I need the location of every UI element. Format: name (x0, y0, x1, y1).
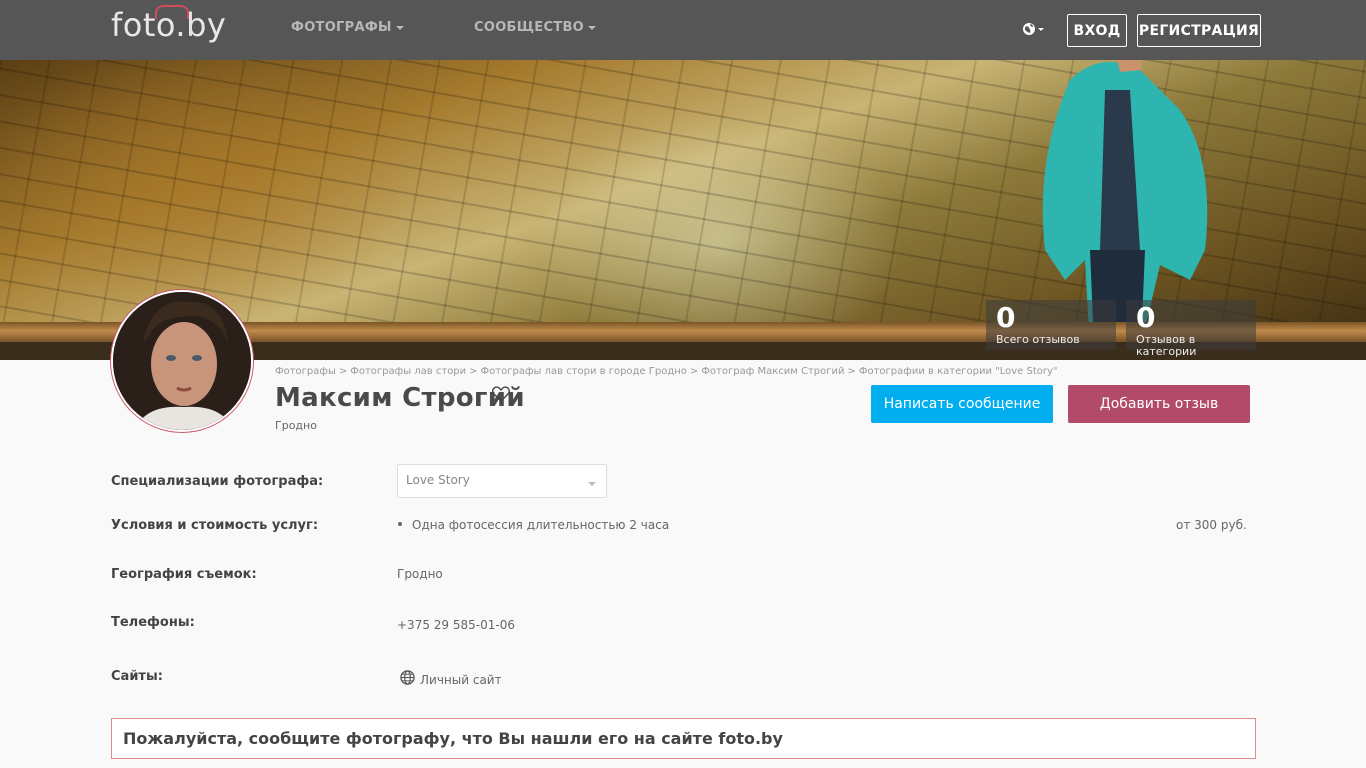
nav-community-label: СООБЩЕСТВО (474, 20, 585, 35)
geography-value: Гродно (397, 567, 443, 581)
logo-roof-icon (155, 5, 189, 19)
breadcrumb-item[interactable]: Фотографы (275, 366, 336, 377)
avatar-portrait (113, 292, 251, 430)
stat-total-reviews: 0 Всего отзывов (986, 300, 1116, 350)
sites-label: Сайты: (111, 669, 163, 684)
specialization-selected-value: Love Story (406, 473, 470, 487)
personal-site-link[interactable]: Личный сайт (420, 673, 502, 687)
chevron-down-icon (588, 482, 596, 486)
phone-value[interactable]: +375 29 585-01-06 (397, 618, 515, 632)
chevron-down-icon (588, 25, 597, 30)
nav-photographers[interactable]: ФОТОГРАФЫ (291, 20, 404, 35)
stat-category-reviews-label: Отзывов в категории (1136, 333, 1197, 358)
add-review-button[interactable]: Добавить отзыв (1068, 385, 1250, 423)
notice-banner: Пожалуйста, сообщите фотографу, что Вы н… (111, 718, 1256, 759)
specialization-select[interactable]: Love Story (397, 464, 607, 498)
breadcrumb-item-current: Фотографии в категории "Love Story" (858, 366, 1058, 377)
breadcrumb-item[interactable]: Фотографы лав стори в городе Гродно (481, 366, 687, 377)
geography-label: География съемок: (111, 567, 257, 582)
favorite-heart-icon[interactable] (492, 386, 510, 402)
stat-total-reviews-label: Всего отзывов (996, 333, 1080, 346)
list-bullet (398, 522, 402, 526)
write-message-button[interactable]: Написать сообщение (871, 385, 1053, 423)
photographer-city: Гродно (275, 419, 317, 432)
globe-icon[interactable] (1022, 21, 1046, 39)
conditions-label: Условия и стоимость услуг: (111, 518, 319, 533)
service-price: от 300 руб. (1176, 518, 1247, 532)
top-navbar: foto.by ФОТОГРАФЫ СООБЩЕСТВО ВХОД РЕГИСТ… (0, 0, 1366, 60)
breadcrumb-item[interactable]: Фотографы лав стори (350, 366, 466, 377)
site-logo[interactable]: foto.by (111, 5, 226, 44)
breadcrumb: Фотографы > Фотографы лав стори > Фотографы … (275, 366, 1058, 377)
breadcrumb-item[interactable]: Фотограф Максим Строгий (701, 366, 844, 377)
avatar[interactable] (111, 290, 253, 432)
stat-category-reviews-value: 0 (1136, 301, 1156, 334)
nav-photographers-label: ФОТОГРАФЫ (291, 20, 392, 35)
specializations-label: Специализации фотографа: (111, 474, 324, 489)
photographer-name: Максим Строгий (275, 383, 525, 413)
globe-icon (400, 670, 415, 685)
register-button[interactable]: РЕГИСТРАЦИЯ (1137, 14, 1261, 47)
stat-category-reviews: 0 Отзывов в категории (1126, 300, 1256, 358)
login-button[interactable]: ВХОД (1067, 14, 1127, 47)
stat-total-reviews-value: 0 (996, 301, 1016, 334)
chevron-down-icon (395, 25, 404, 30)
phones-label: Телефоны: (111, 615, 195, 630)
nav-community[interactable]: СООБЩЕСТВО (474, 20, 597, 35)
service-name: Одна фотосессия длительностью 2 часа (412, 518, 670, 532)
